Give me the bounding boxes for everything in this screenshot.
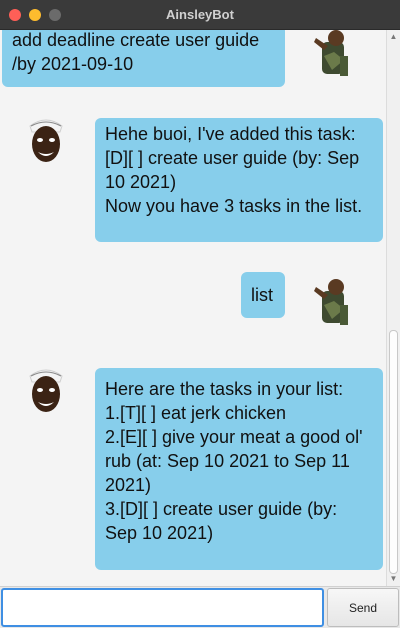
user-avatar [314, 30, 348, 76]
window-title: AinsleyBot [166, 7, 234, 22]
bot-message-bubble: Here are the tasks in your list: 1.[T][ … [95, 368, 383, 570]
message-line: rub (at: Sep 10 2021 to Sep 11 [105, 451, 350, 471]
message-line: Sep 10 2021) [105, 523, 214, 543]
scrollbar-thumb[interactable] [389, 330, 398, 574]
message-line: 2.[E][ ] give your meat a good ol' [105, 427, 363, 447]
message-line: Here are the tasks in your list: [105, 379, 344, 399]
message-line: Hehe buoi, I've added this task: [105, 124, 356, 144]
app-window: AinsleyBot add deadline create user guid… [0, 0, 400, 628]
scroll-up-icon[interactable]: ▲ [387, 31, 400, 43]
user-message-bubble: add deadline create user guide /by 2021-… [2, 30, 285, 87]
message-line: 1.[T][ ] eat jerk chicken [105, 403, 287, 423]
message-line: 2021) [105, 475, 152, 495]
message-input[interactable] [1, 588, 324, 627]
user-avatar [314, 279, 348, 325]
message-line: 10 2021) [105, 172, 177, 192]
message-line: list [251, 285, 273, 305]
message-line: 3.[D][ ] create user guide (by: [105, 499, 338, 519]
bot-avatar [29, 119, 63, 162]
message-line: add deadline create user guide [12, 30, 260, 50]
input-bar: Send [0, 586, 400, 628]
message-line: /by 2021-09-10 [12, 54, 134, 74]
scroll-down-icon[interactable]: ▼ [387, 573, 400, 585]
send-button[interactable]: Send [327, 588, 399, 627]
bot-message-bubble: Hehe buoi, I've added this task: [D][ ] … [95, 118, 383, 242]
bot-avatar [29, 369, 63, 412]
chat-area[interactable]: add deadline create user guide /by 2021-… [0, 30, 386, 586]
chat-scrollbar[interactable]: ▲ ▼ [386, 30, 400, 586]
user-message-bubble: list [241, 272, 285, 318]
title-bar[interactable]: AinsleyBot [0, 0, 400, 30]
message-line: Now you have 3 tasks in the list. [105, 196, 363, 216]
message-line: [D][ ] create user guide (by: Sep [105, 148, 360, 168]
